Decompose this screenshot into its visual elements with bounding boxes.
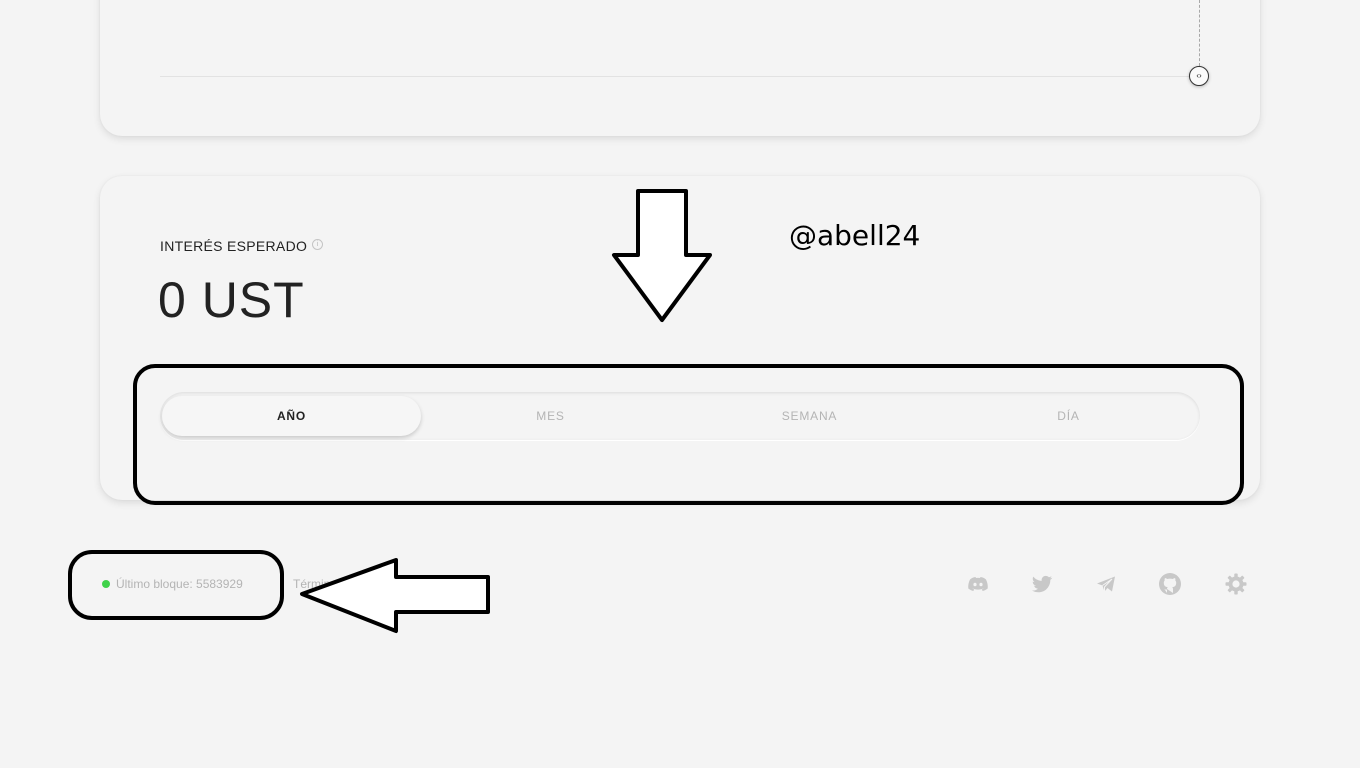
expected-interest-value: 0 UST [158,272,305,328]
terms-link[interactable]: Términos [293,577,343,591]
chart-slider-handle[interactable]: ‹› [1189,66,1209,86]
page: ‹› INTERÉS ESPERADO i 0 UST AÑO MES SEMA… [0,0,1360,768]
settings-icon[interactable] [1224,572,1248,596]
chart-baseline [160,76,1200,77]
author-watermark: @abell24 [789,219,921,252]
tab-month[interactable]: MES [421,396,680,436]
tab-year[interactable]: AÑO [162,396,421,436]
telegram-icon[interactable] [1094,572,1118,596]
tab-day[interactable]: DÍA [939,396,1198,436]
period-tab-group: AÑO MES SEMANA DÍA [160,392,1200,440]
info-icon[interactable]: i [312,238,324,250]
twitter-icon[interactable] [1030,572,1054,596]
network-status-dot [102,580,110,588]
expected-interest-title: INTERÉS ESPERADO [160,238,308,254]
tab-week[interactable]: SEMANA [680,396,939,436]
expected-interest-label: INTERÉS ESPERADO i [160,238,324,254]
discord-icon[interactable] [966,572,990,596]
arrows-horizontal-icon: ‹› [1196,71,1202,80]
github-icon[interactable] [1158,572,1182,596]
expected-interest-card: INTERÉS ESPERADO i 0 UST AÑO MES SEMANA … [100,176,1260,500]
chart-cursor-line [1199,0,1200,66]
left-arrow-annotation [300,558,490,633]
last-block-text: Último bloque: 5583929 [116,577,243,591]
chart-card: ‹› [100,0,1260,136]
